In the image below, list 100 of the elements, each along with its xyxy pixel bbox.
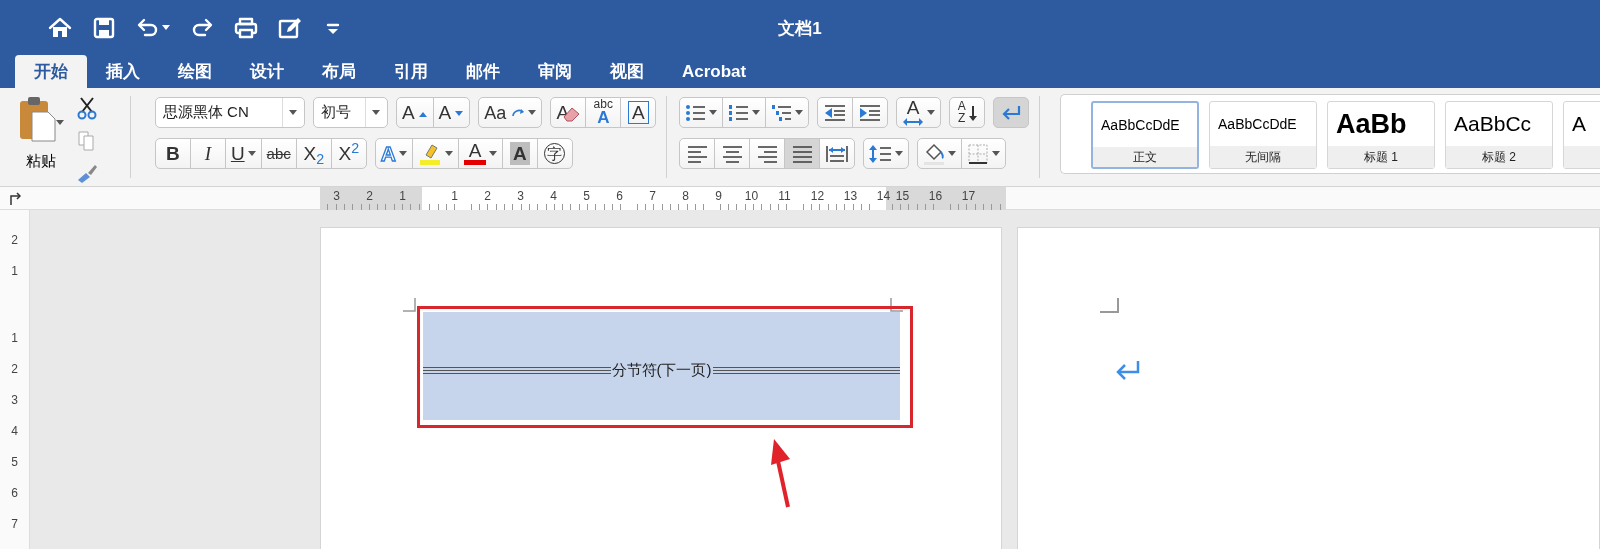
ruler-number: 3 bbox=[516, 188, 525, 205]
font-name-field[interactable]: 思源黑体 CN bbox=[154, 97, 305, 128]
caret-icon[interactable] bbox=[289, 109, 298, 116]
caret-icon[interactable] bbox=[488, 150, 497, 157]
style-preview: AaBbCcDdE bbox=[1217, 114, 1298, 134]
ruler-number: 1 bbox=[10, 262, 19, 280]
align-right-button[interactable] bbox=[749, 138, 786, 169]
caret-icon[interactable] bbox=[528, 109, 537, 116]
caret-icon[interactable] bbox=[895, 150, 904, 157]
decrease-indent-icon bbox=[824, 102, 847, 123]
ruler-number: 7 bbox=[648, 188, 657, 205]
superscript-button[interactable]: X$^{2}$ bbox=[330, 138, 367, 169]
caret-icon[interactable] bbox=[398, 150, 407, 157]
align-center-icon bbox=[721, 143, 743, 164]
highlight-button[interactable] bbox=[411, 138, 459, 169]
ruler-number: 3 bbox=[332, 188, 341, 205]
ribbon-tab[interactable]: 开始 bbox=[15, 55, 87, 88]
font-color-button[interactable]: A bbox=[457, 138, 503, 169]
paragraph-shading-button[interactable] bbox=[917, 138, 963, 169]
caret-icon[interactable] bbox=[372, 109, 381, 116]
show-formatting-marks-button[interactable] bbox=[993, 97, 1030, 128]
decrease-indent-button[interactable] bbox=[817, 97, 854, 128]
down-arrow-icon bbox=[968, 104, 977, 121]
caret-icon[interactable] bbox=[948, 150, 957, 157]
ribbon-tab[interactable]: 邮件 bbox=[447, 55, 519, 88]
brush-icon[interactable] bbox=[76, 162, 98, 184]
multilevel-list-button[interactable] bbox=[765, 97, 810, 128]
caret-icon[interactable] bbox=[795, 109, 804, 116]
ribbon-tab[interactable]: 引用 bbox=[375, 55, 447, 88]
numbered-list-icon bbox=[728, 102, 750, 123]
ruler-number: 17 bbox=[960, 188, 977, 205]
style-preview: AaBbCcDdE bbox=[1100, 115, 1181, 135]
style-tile[interactable]: AaBbCcDdE 无间隔 bbox=[1209, 101, 1318, 169]
enclose-character-button[interactable]: 字 bbox=[536, 138, 573, 169]
character-shading-button[interactable]: A bbox=[501, 138, 538, 169]
bullets-button[interactable] bbox=[679, 97, 724, 128]
paste-button[interactable]: 粘贴 bbox=[18, 96, 64, 186]
ruler-number: 2 bbox=[365, 188, 374, 205]
ruler-number: 12 bbox=[809, 188, 826, 205]
style-tile[interactable]: AaBbCcDdE 正文 bbox=[1091, 101, 1200, 169]
caret-icon[interactable] bbox=[162, 24, 170, 31]
return-arrow-icon bbox=[1000, 104, 1022, 121]
align-left-button[interactable] bbox=[679, 138, 716, 169]
ribbon-tab[interactable]: 设计 bbox=[231, 55, 303, 88]
scissors-icon[interactable] bbox=[76, 96, 98, 120]
ruler-number: 4 bbox=[10, 422, 19, 440]
subscript-button[interactable]: X$_{2}$ bbox=[295, 138, 332, 169]
ruler-number: 2 bbox=[10, 231, 19, 249]
text-direction-button[interactable]: A bbox=[896, 97, 942, 128]
italic-button[interactable]: I bbox=[189, 138, 226, 169]
save-icon[interactable] bbox=[92, 15, 116, 40]
caret-icon[interactable] bbox=[247, 150, 256, 157]
caret-icon[interactable] bbox=[709, 109, 718, 116]
ruler-number: 1 bbox=[450, 188, 459, 205]
ruler-number: 7 bbox=[10, 515, 19, 533]
ribbon-tab[interactable]: 审阅 bbox=[519, 55, 591, 88]
underline-button[interactable]: U bbox=[224, 138, 262, 169]
color-bar-icon bbox=[463, 160, 486, 165]
caret-icon[interactable] bbox=[444, 150, 453, 157]
distributed-button[interactable] bbox=[819, 138, 856, 169]
phonetic-guide-button[interactable]: abc A bbox=[585, 97, 622, 128]
paint-bucket-icon bbox=[923, 142, 946, 165]
caret-icon[interactable] bbox=[927, 109, 936, 116]
margin-corner-mark bbox=[1100, 298, 1120, 314]
bold-button[interactable]: B bbox=[154, 138, 191, 169]
grow-font-button[interactable]: A bbox=[395, 97, 434, 128]
ribbon-tab[interactable]: 布局 bbox=[303, 55, 375, 88]
style-preview: AaBb bbox=[1335, 107, 1408, 141]
ruler-number: 6 bbox=[615, 188, 624, 205]
ribbon-tab[interactable]: 视图 bbox=[591, 55, 663, 88]
justify-button[interactable] bbox=[784, 138, 821, 169]
font-size-field[interactable]: 初号 bbox=[312, 97, 388, 128]
ruler-number: 8 bbox=[681, 188, 690, 205]
ribbon-tab[interactable]: 绘图 bbox=[159, 55, 231, 88]
ribbon-tab[interactable]: Acrobat bbox=[663, 55, 766, 88]
ribbon-tab[interactable]: 插入 bbox=[87, 55, 159, 88]
printer-icon[interactable] bbox=[234, 15, 258, 40]
style-name: 标题 2 bbox=[1446, 146, 1553, 168]
section-break-label: 分节符(下一页) bbox=[610, 359, 713, 380]
ruler-number: 13 bbox=[842, 188, 859, 205]
numbering-button[interactable] bbox=[722, 97, 767, 128]
style-tile[interactable]: AaBbCc 标题 2 bbox=[1445, 101, 1554, 169]
shrink-font-button[interactable]: A bbox=[432, 97, 471, 128]
caret-icon[interactable] bbox=[992, 150, 1001, 157]
increase-indent-button[interactable] bbox=[852, 97, 889, 128]
sort-button[interactable]: A Z bbox=[949, 97, 986, 128]
style-tile[interactable]: AaBb 标题 1 bbox=[1327, 101, 1436, 169]
character-border-button[interactable]: A bbox=[620, 97, 657, 128]
tab-stop-icon[interactable] bbox=[9, 191, 21, 205]
style-tile[interactable]: A bbox=[1563, 101, 1600, 169]
line-spacing-button[interactable] bbox=[863, 138, 910, 169]
style-name: 正文 bbox=[1093, 147, 1198, 167]
change-case-button[interactable]: Aa bbox=[478, 97, 543, 128]
align-center-button[interactable] bbox=[714, 138, 751, 169]
edit-document-icon[interactable] bbox=[278, 15, 302, 40]
caret-icon[interactable] bbox=[56, 120, 64, 126]
caret-icon[interactable] bbox=[752, 109, 761, 116]
borders-button[interactable] bbox=[961, 138, 1007, 169]
strikethrough-button[interactable]: abc bbox=[260, 138, 297, 169]
home-icon[interactable] bbox=[48, 15, 72, 40]
